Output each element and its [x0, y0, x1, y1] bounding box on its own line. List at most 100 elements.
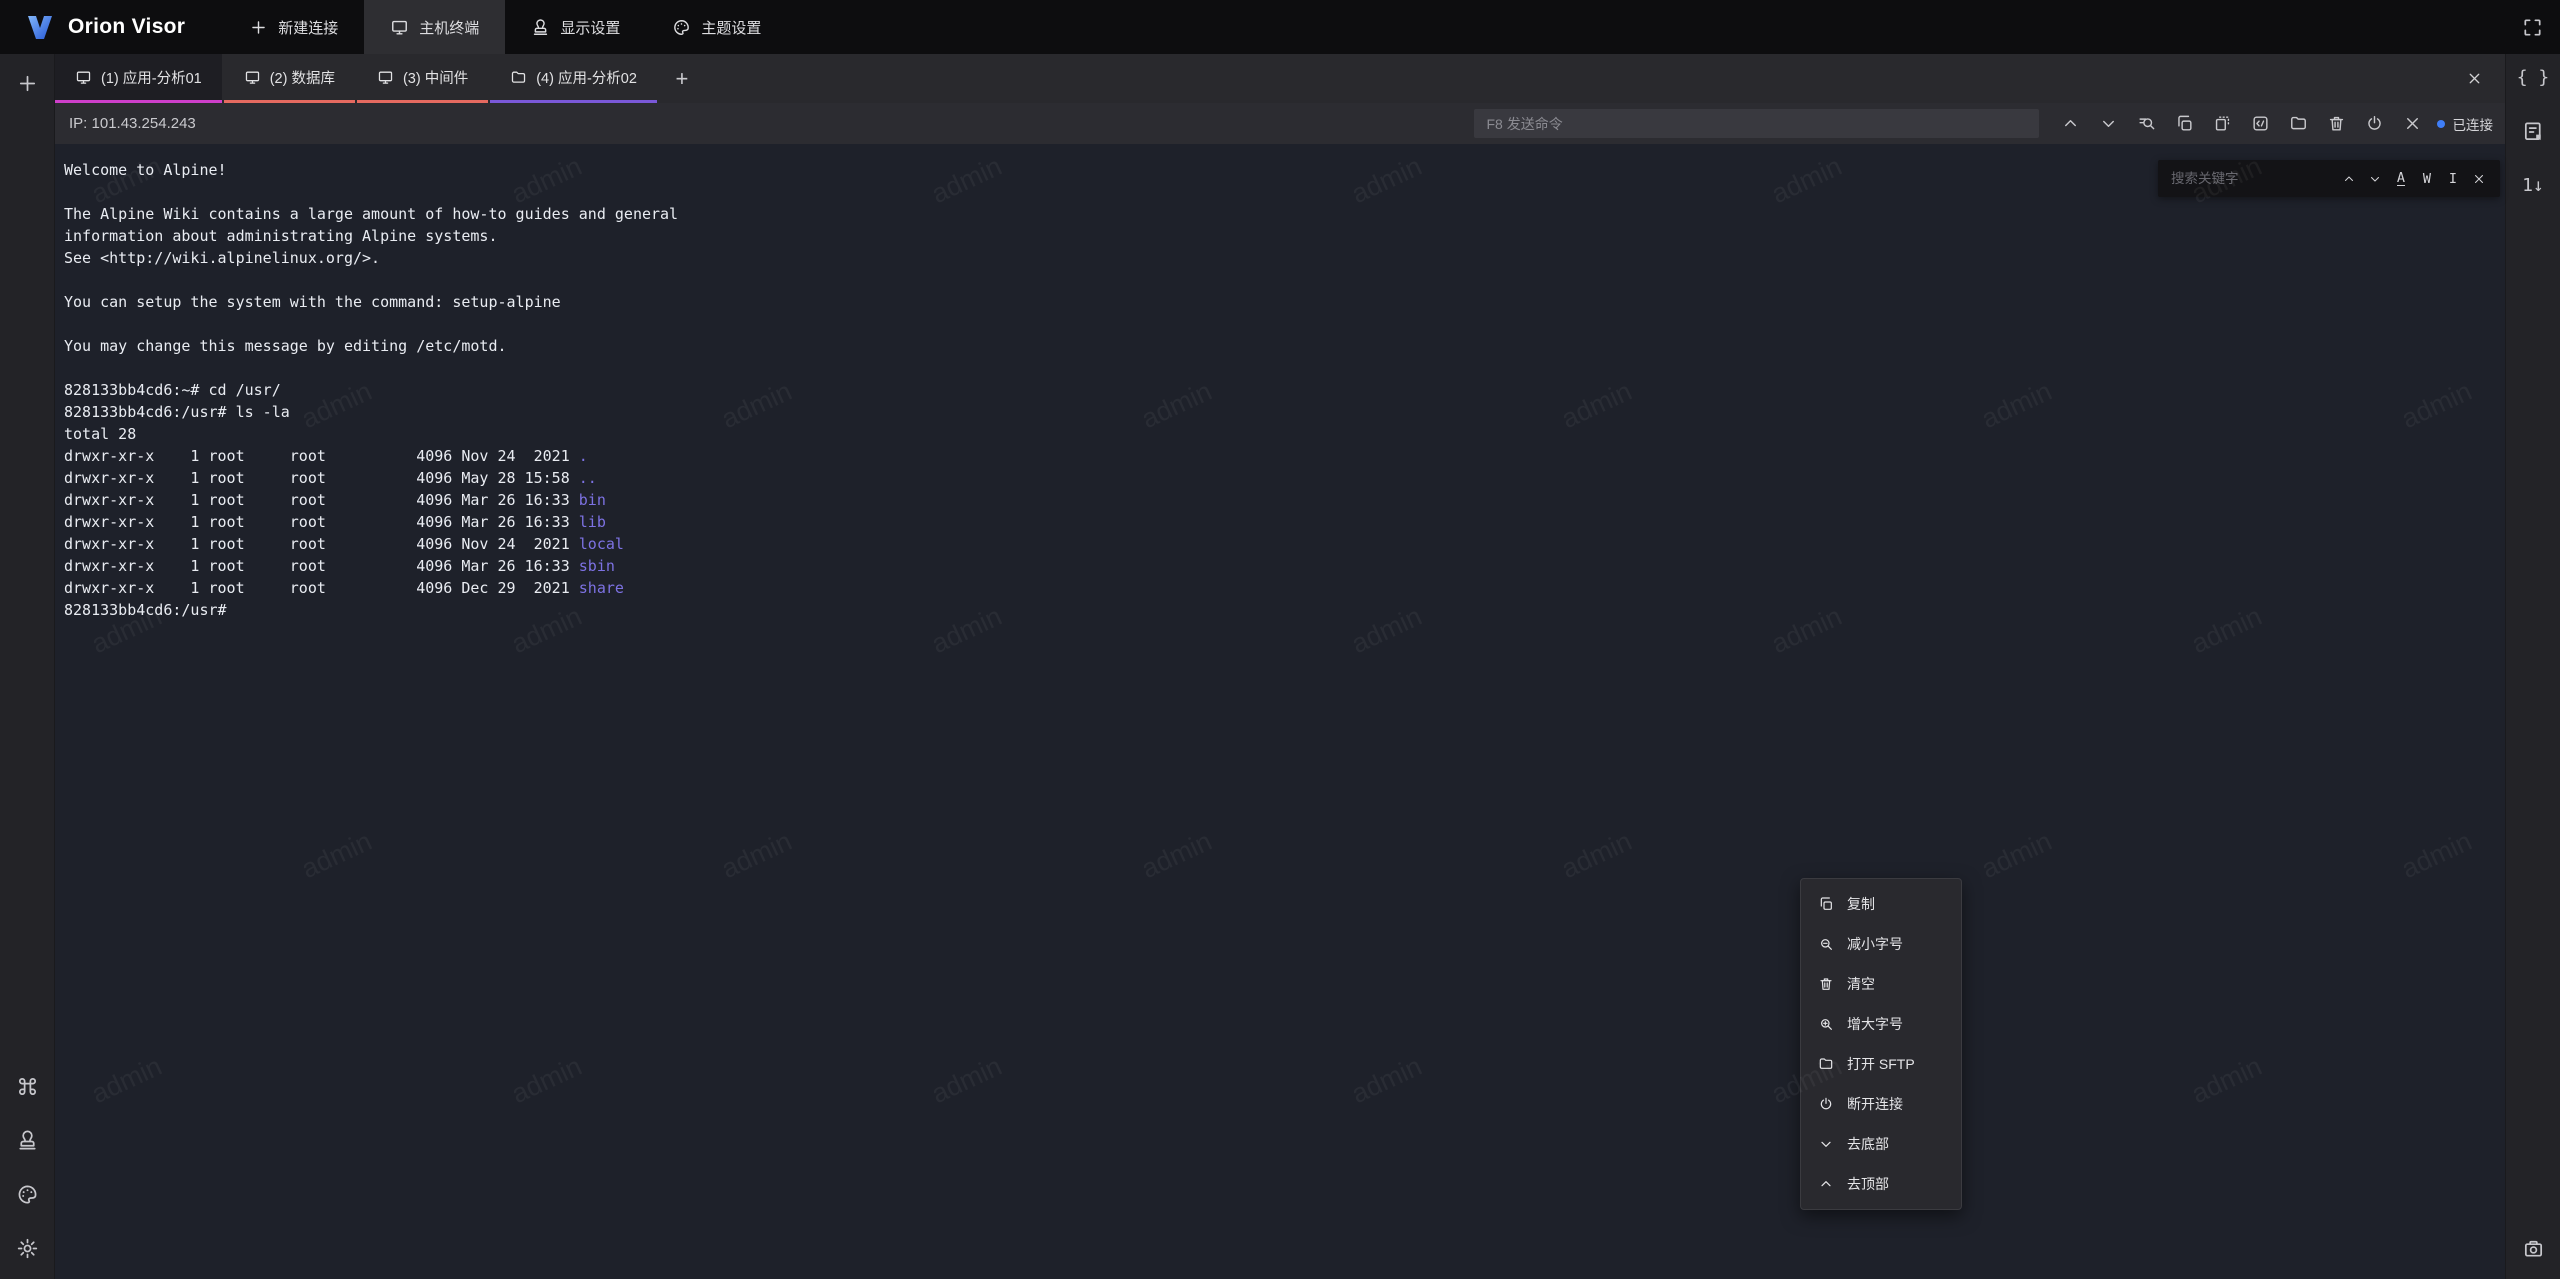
status-label: 已连接 — [2453, 114, 2494, 134]
chevron-down-icon — [1818, 1136, 1834, 1152]
terminal-line — [64, 313, 2495, 335]
plus-icon — [249, 18, 268, 37]
terminal-output: Welcome to Alpine! The Alpine Wiki conta… — [64, 159, 2495, 621]
monitor-icon — [390, 18, 409, 37]
terminal-screen[interactable]: Welcome to Alpine! The Alpine Wiki conta… — [55, 144, 2505, 1279]
context-menu-label: 去顶部 — [1847, 1174, 1889, 1194]
screenshot-button[interactable] — [2515, 1230, 2551, 1266]
power-icon — [1818, 1096, 1834, 1112]
whole-word-button[interactable]: W — [2416, 168, 2438, 190]
terminal-line: drwxr-xr-x 1 root root 4096 Dec 29 2021 … — [64, 577, 2495, 599]
folder-icon — [1818, 1056, 1834, 1072]
close-button[interactable] — [2401, 112, 2425, 136]
power-button[interactable] — [2363, 112, 2387, 136]
search-list-button[interactable] — [2135, 112, 2159, 136]
tabs: (1) 应用-分析01(2) 数据库 (3) 中间件 (4) 应用-分析02 — [55, 54, 659, 103]
tab-3[interactable]: (3) 中间件 — [357, 54, 488, 103]
topbar-right — [2505, 0, 2560, 54]
host-toolbar — [2059, 112, 2425, 136]
new-connection-button[interactable] — [9, 65, 45, 101]
topbar-menu-主机终端[interactable]: 主机终端 — [364, 0, 505, 54]
terminal-line: 828133bb4cd6:~# cd /usr/ — [64, 379, 2495, 401]
context-menu-item-清空[interactable]: 清空 — [1801, 964, 1961, 1004]
terminal-line: Welcome to Alpine! — [64, 159, 2495, 181]
chevron-up-button[interactable] — [2059, 112, 2083, 136]
terminal-line: drwxr-xr-x 1 root root 4096 Mar 26 16:33… — [64, 555, 2495, 577]
monitor-icon — [377, 69, 394, 86]
logo-icon — [24, 11, 56, 43]
paste-button[interactable] — [2211, 112, 2235, 136]
app-window: Orion Visor 新建连接主机终端 显示设置 主题设置 { } 1↓ (1) 应… — [0, 0, 2560, 1279]
terminal-line: 828133bb4cd6:/usr# ls -la — [64, 401, 2495, 423]
trash-icon — [1818, 976, 1834, 992]
status-dot — [2437, 120, 2445, 128]
regex-button[interactable]: I — [2442, 168, 2464, 190]
context-menu-item-去顶部[interactable]: 去顶部 — [1801, 1164, 1961, 1204]
tab-4[interactable]: (4) 应用-分析02 — [490, 54, 657, 103]
context-menu-label: 增大字号 — [1847, 1014, 1903, 1034]
tab-2[interactable]: (2) 数据库 — [224, 54, 355, 103]
tab-1[interactable]: (1) 应用-分析01 — [55, 54, 222, 103]
shortcuts-button[interactable] — [9, 1068, 45, 1104]
left-sidebar — [0, 54, 55, 1279]
terminal-line: 828133bb4cd6:/usr# — [64, 599, 2495, 621]
terminal-search-overlay: AWI — [2158, 160, 2500, 197]
search-input[interactable] — [2171, 171, 2338, 186]
fullscreen-button[interactable] — [2515, 9, 2551, 45]
right-sidebar: { } 1↓ — [2505, 54, 2560, 1279]
sort-order-button[interactable]: 1↓ — [2515, 167, 2551, 203]
copy-button[interactable] — [2173, 112, 2197, 136]
terminal-line: drwxr-xr-x 1 root root 4096 Nov 24 2021 … — [64, 445, 2495, 467]
send-command-input[interactable] — [1474, 109, 2039, 138]
terminal-line: The Alpine Wiki contains a large amount … — [64, 203, 2495, 225]
snippets-button[interactable] — [2515, 113, 2551, 149]
context-menu-label: 减小字号 — [1847, 934, 1903, 954]
context-menu-item-复制[interactable]: 复制 — [1801, 884, 1961, 924]
zoom-in-icon — [1818, 1016, 1834, 1032]
chevron-down-button[interactable] — [2097, 112, 2121, 136]
context-menu-item-打开 SFTP[interactable]: 打开 SFTP — [1801, 1044, 1961, 1084]
chevron-up-icon — [1818, 1176, 1834, 1192]
code-block-button[interactable] — [2249, 112, 2273, 136]
topbar-menu-label: 主题设置 — [701, 17, 761, 38]
context-menu-label: 打开 SFTP — [1847, 1054, 1915, 1074]
search-close-button[interactable] — [2468, 168, 2490, 190]
terminal-context-menu: 复制减小字号清空增大字号打开 SFTP 断开连接去底部去顶部 — [1800, 878, 1962, 1210]
search-next-button[interactable] — [2364, 168, 2386, 190]
topbar-menu-label: 显示设置 — [560, 17, 620, 38]
match-case-button[interactable]: A — [2390, 168, 2412, 190]
settings-button[interactable] — [9, 1230, 45, 1266]
context-menu-item-减小字号[interactable]: 减小字号 — [1801, 924, 1961, 964]
context-menu-item-断开连接[interactable]: 断开连接 — [1801, 1084, 1961, 1124]
terminal-line: You can setup the system with the comman… — [64, 291, 2495, 313]
app-title: Orion Visor — [68, 15, 185, 39]
search-buttons: AWI — [2338, 168, 2490, 190]
context-menu-item-增大字号[interactable]: 增大字号 — [1801, 1004, 1961, 1044]
tab-label: (3) 中间件 — [403, 67, 468, 88]
context-menu-label: 断开连接 — [1847, 1094, 1903, 1114]
terminal-line: drwxr-xr-x 1 root root 4096 May 28 15:58… — [64, 467, 2495, 489]
topbar-menu-显示设置[interactable]: 显示设置 — [505, 0, 646, 54]
terminal-line: drwxr-xr-x 1 root root 4096 Mar 26 16:33… — [64, 489, 2495, 511]
trash-button[interactable] — [2325, 112, 2349, 136]
terminal-line — [64, 181, 2495, 203]
fullscreen-icon — [2521, 16, 2544, 39]
topbar-menu-主题设置[interactable]: 主题设置 — [646, 0, 787, 54]
search-prev-button[interactable] — [2338, 168, 2360, 190]
variables-button[interactable]: { } — [2515, 59, 2551, 95]
close-all-tabs-button[interactable] — [2457, 62, 2491, 96]
add-tab-button[interactable]: + — [659, 54, 705, 103]
palette-icon — [672, 18, 691, 37]
terminal-line: total 28 — [64, 423, 2495, 445]
stamp-icon — [531, 18, 550, 37]
topbar-menu-新建连接[interactable]: 新建连接 — [223, 0, 364, 54]
context-menu-item-去底部[interactable]: 去底部 — [1801, 1124, 1961, 1164]
connection-status: 已连接 — [2437, 114, 2494, 134]
theme-settings-button[interactable] — [9, 1176, 45, 1212]
terminal-line — [64, 269, 2495, 291]
display-settings-button[interactable] — [9, 1122, 45, 1158]
folder-button[interactable] — [2287, 112, 2311, 136]
topbar-menu: 新建连接主机终端 显示设置 主题设置 — [223, 0, 787, 54]
terminal-line: drwxr-xr-x 1 root root 4096 Mar 26 16:33… — [64, 511, 2495, 533]
app-logo: Orion Visor — [0, 0, 223, 54]
